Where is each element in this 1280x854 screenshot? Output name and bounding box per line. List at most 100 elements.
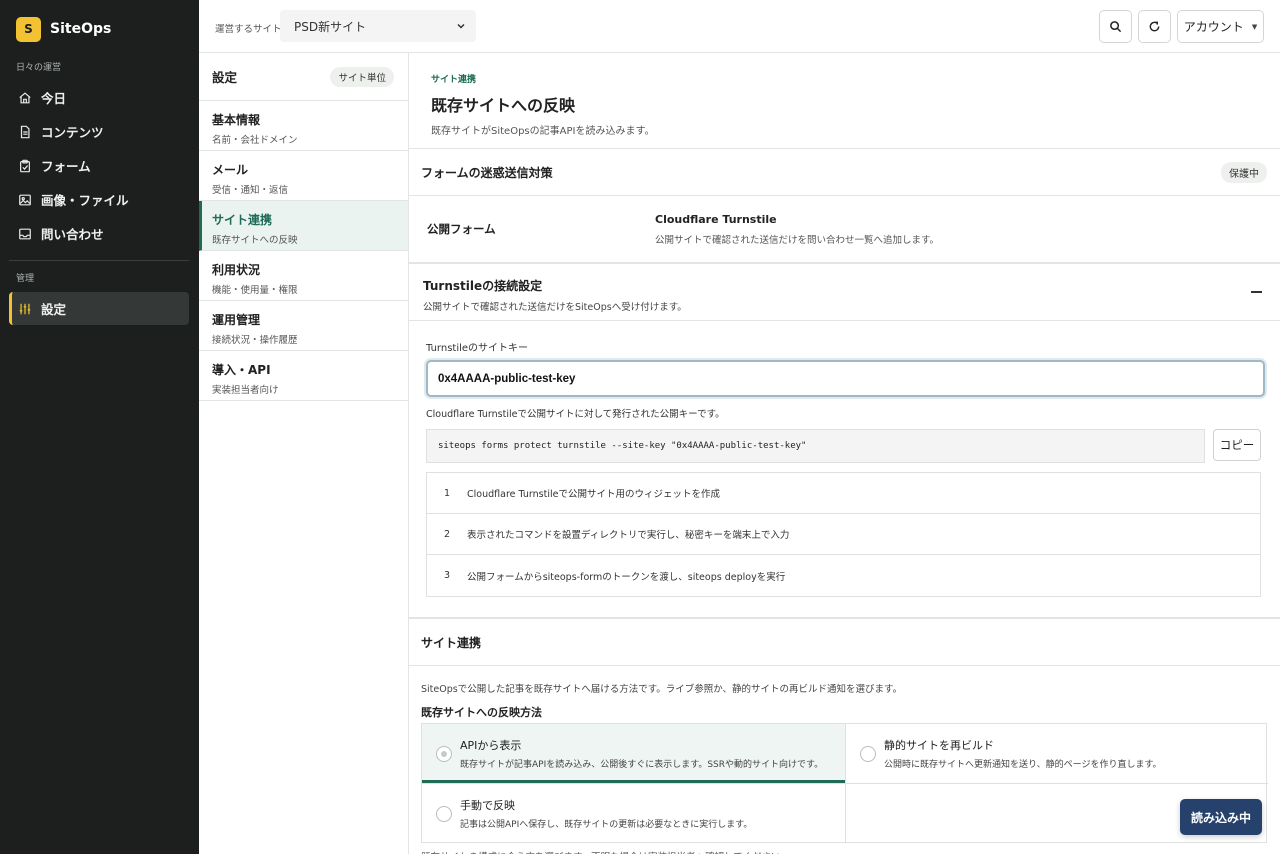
site-sync-title: サイト連携	[421, 635, 482, 650]
account-menu-button[interactable]: アカウント ▼	[1177, 10, 1264, 43]
turnstile-section-title: Turnstileの接続設定	[423, 279, 543, 293]
subnav-item-api[interactable]: 導入・API 実装担当者向け	[199, 351, 408, 401]
sidebar-item-label: フォーム	[41, 159, 91, 174]
sidebar-item-label: 今日	[41, 91, 67, 106]
sidebar-item-label: 問い合わせ	[41, 227, 104, 242]
inbox-icon	[19, 228, 31, 239]
sidebar-section-daily: 日々の運営	[16, 63, 62, 73]
search-icon	[1110, 21, 1122, 33]
step-text: Cloudflare Turnstileで公開サイト用のウィジェットを作成	[467, 489, 720, 500]
site-key-help: Cloudflare Turnstileで公開サイトに対して発行された公開キーで…	[426, 409, 725, 420]
list-item: 3 公開フォームからsiteops-formのトークンを渡し、siteops d…	[427, 555, 1260, 596]
option-manual[interactable]: 手動で反映 記事は公開APIへ保存し、既存サイトの更新は必要なときに実行します。	[422, 783, 845, 842]
refresh-button[interactable]	[1138, 10, 1171, 43]
sidebar-item-inquiries[interactable]: 問い合わせ	[9, 217, 189, 250]
site-select-value: PSD新サイト	[294, 19, 367, 34]
spam-section-header: フォームの迷惑送信対策 保護中	[409, 149, 1280, 196]
subnav-item-title: 運用管理	[212, 313, 261, 327]
subnav-item-title: サイト連携	[212, 213, 273, 227]
subnav-item-sub: 機能・使用量・権限	[212, 285, 298, 296]
sidebar-item-label: 設定	[41, 302, 67, 317]
caret-down-icon: ▼	[1251, 22, 1258, 31]
option-desc: 記事は公開APIへ保存し、既存サイトの更新は必要なときに実行します。	[460, 820, 753, 830]
subnav-title: 設定	[212, 70, 238, 85]
subnav-item-title: 導入・API	[212, 363, 271, 377]
document-icon	[20, 125, 30, 138]
list-item: 2 表示されたコマンドを設置ディレクトリで実行し、秘密キーを端末上で入力	[427, 514, 1260, 555]
status-badge: 保護中	[1221, 161, 1267, 183]
search-button[interactable]	[1099, 10, 1132, 43]
list-item: 1 Cloudflare Turnstileで公開サイト用のウィジェットを作成	[427, 473, 1260, 514]
option-desc: 公開時に既存サイトへ更新通知を送り、静的ページを作り直します。	[884, 760, 1162, 770]
option-api-display[interactable]: APIから表示 既存サイトが記事APIを読み込み、公開後すぐに表示します。SSR…	[422, 724, 845, 783]
clipboard-icon	[20, 159, 30, 172]
site-select[interactable]: PSD新サイト	[280, 10, 476, 42]
site-key-input[interactable]	[426, 360, 1265, 397]
subnav-item-mail[interactable]: メール 受信・通知・返信	[199, 151, 408, 201]
step-number: 2	[444, 528, 451, 540]
radio-selected[interactable]	[436, 746, 452, 762]
protection-provider: Cloudflare Turnstile	[655, 212, 777, 226]
collapse-icon[interactable]	[1251, 291, 1262, 293]
brand[interactable]: S SiteOps	[0, 0, 199, 58]
subnav-item-operations[interactable]: 運用管理 接続状況・操作履歴	[199, 301, 408, 351]
step-number: 3	[444, 570, 451, 581]
step-number: 1	[444, 487, 451, 499]
loading-toast[interactable]: 読み込み中	[1180, 799, 1262, 835]
page-title: 既存サイトへの反映	[431, 96, 576, 115]
subnav-item-basic[interactable]: 基本情報 名前・会社ドメイン	[199, 101, 408, 151]
site-key-label: Turnstileのサイトキー	[426, 343, 529, 354]
public-form-label: 公開フォーム	[427, 222, 496, 236]
copy-button[interactable]: コピー	[1213, 429, 1261, 461]
sidebar-item-label: 画像・ファイル	[41, 193, 129, 208]
home-icon	[19, 91, 31, 103]
option-title: APIから表示	[460, 739, 522, 752]
option-title: 手動で反映	[460, 799, 515, 812]
protection-description: 公開サイトで確認された送信だけを問い合わせ一覧へ追加します。	[655, 234, 940, 246]
sidebar-section-admin: 管理	[16, 274, 35, 284]
sync-method-label: 既存サイトへの反映方法	[421, 706, 542, 719]
sidebar-item-content[interactable]: コンテンツ	[9, 115, 189, 148]
image-icon	[19, 194, 31, 205]
chevron-down-icon	[457, 23, 465, 29]
radio-unselected[interactable]	[860, 746, 876, 762]
app-sidebar: S SiteOps 日々の運営 今日 コンテンツ フォーム 画像・ファイル 問い…	[0, 0, 199, 854]
subnav-item-sub: 既存サイトへの反映	[212, 235, 298, 246]
sliders-icon	[19, 303, 31, 314]
subnav-item-title: 利用状況	[212, 263, 261, 277]
subnav-item-usage[interactable]: 利用状況 機能・使用量・権限	[199, 251, 408, 301]
sidebar-item-files[interactable]: 画像・ファイル	[9, 183, 189, 216]
turnstile-section-body: Turnstileのサイトキー Cloudflare Turnstileで公開サ…	[409, 321, 1280, 597]
subnav-item-sub: 実装担当者向け	[212, 385, 279, 396]
page-header: サイト連携 既存サイトへの反映 既存サイトがSiteOpsの記事APIを読み込み…	[409, 53, 1280, 149]
subnav-item-sub: 名前・会社ドメイン	[212, 135, 298, 146]
radio-unselected[interactable]	[436, 806, 452, 822]
sidebar-item-today[interactable]: 今日	[9, 81, 189, 114]
account-label: アカウント	[1183, 20, 1244, 34]
turnstile-section-header[interactable]: Turnstileの接続設定 公開サイトで確認された送信だけをSiteOpsへ受…	[409, 264, 1280, 321]
site-sync-header: サイト連携	[409, 619, 1280, 666]
page-eyebrow: サイト連携	[431, 75, 477, 85]
sidebar-divider	[9, 260, 189, 261]
settings-subnav: 設定 サイト単位 基本情報 名前・会社ドメイン メール 受信・通知・返信 サイト…	[199, 53, 409, 854]
public-form-row: 公開フォーム Cloudflare Turnstile 公開サイトで確認された送…	[409, 196, 1280, 264]
subnav-item-title: 基本情報	[212, 113, 261, 127]
subnav-item-site-sync[interactable]: サイト連携 既存サイトへの反映	[199, 201, 408, 251]
page-description: 既存サイトがSiteOpsの記事APIを読み込みます。	[431, 126, 655, 137]
option-title: 静的サイトを再ビルド	[884, 739, 994, 752]
site-sync-description: SiteOpsで公開した記事を既存サイトへ届ける方法です。ライブ参照か、静的サイ…	[421, 684, 903, 695]
command-row: siteops forms protect turnstile --site-k…	[426, 429, 1263, 463]
sidebar-item-label: コンテンツ	[41, 125, 104, 140]
spam-section-title: フォームの迷惑送信対策	[421, 165, 553, 180]
step-text: 公開フォームからsiteops-formのトークンを渡し、siteops dep…	[467, 571, 786, 583]
main-content: サイト連携 既存サイトへの反映 既存サイトがSiteOpsの記事APIを読み込み…	[409, 53, 1280, 854]
command-snippet[interactable]: siteops forms protect turnstile --site-k…	[426, 429, 1205, 463]
sidebar-item-forms[interactable]: フォーム	[9, 149, 189, 182]
brand-logo: S	[16, 16, 41, 42]
scope-pill: サイト単位	[330, 66, 394, 87]
subnav-header: 設定 サイト単位	[199, 53, 408, 101]
sidebar-item-settings[interactable]: 設定	[9, 292, 189, 325]
subnav-item-title: メール	[212, 163, 249, 177]
option-static-rebuild[interactable]: 静的サイトを再ビルド 公開時に既存サイトへ更新通知を送り、静的ページを作り直しま…	[845, 724, 1268, 783]
site-select-label: 運営するサイト	[215, 24, 282, 35]
